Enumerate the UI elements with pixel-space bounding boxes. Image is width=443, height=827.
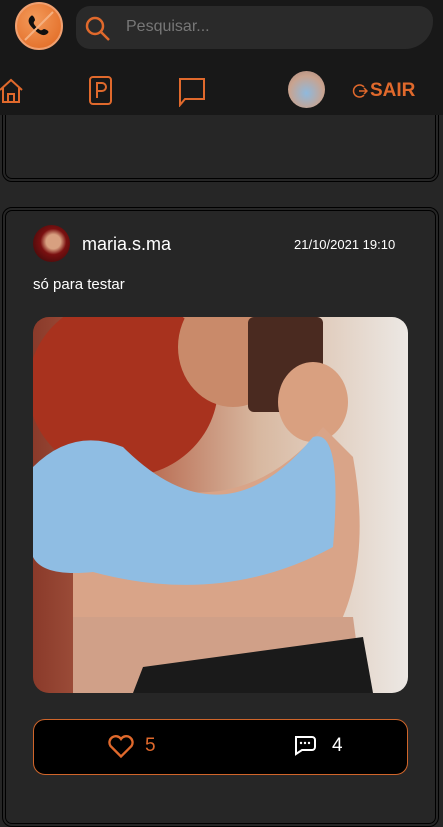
- search-input[interactable]: [126, 14, 406, 40]
- parking-icon[interactable]: [89, 76, 113, 105]
- phone-off-icon: [24, 11, 54, 41]
- like-button[interactable]: 5: [107, 733, 156, 759]
- search-bar[interactable]: [76, 6, 433, 49]
- heart-icon: [108, 735, 134, 759]
- chat-icon[interactable]: [177, 77, 207, 107]
- comments-icon: [295, 736, 316, 756]
- user-avatar[interactable]: [33, 225, 70, 262]
- search-icon: [85, 16, 110, 41]
- logout-icon: [352, 84, 368, 98]
- logout-button[interactable]: SAIR: [352, 80, 415, 102]
- logout-label: SAIR: [370, 80, 416, 101]
- like-count: 5: [145, 735, 156, 756]
- top-header: SAIR: [0, 0, 443, 115]
- comment-button[interactable]: 4: [292, 733, 343, 759]
- photo-illustration: [33, 317, 373, 693]
- post-date: 21/10/2021 19:10: [294, 237, 396, 252]
- comment-count: 4: [332, 735, 343, 756]
- app-logo[interactable]: [15, 2, 63, 50]
- post-photo[interactable]: [33, 317, 408, 693]
- post-actions: 5 4: [33, 719, 408, 775]
- post-username[interactable]: maria.s.ma: [82, 234, 171, 255]
- home-icon[interactable]: [0, 77, 24, 104]
- profile-avatar[interactable]: [288, 71, 325, 108]
- post-caption: só para testar: [33, 276, 125, 293]
